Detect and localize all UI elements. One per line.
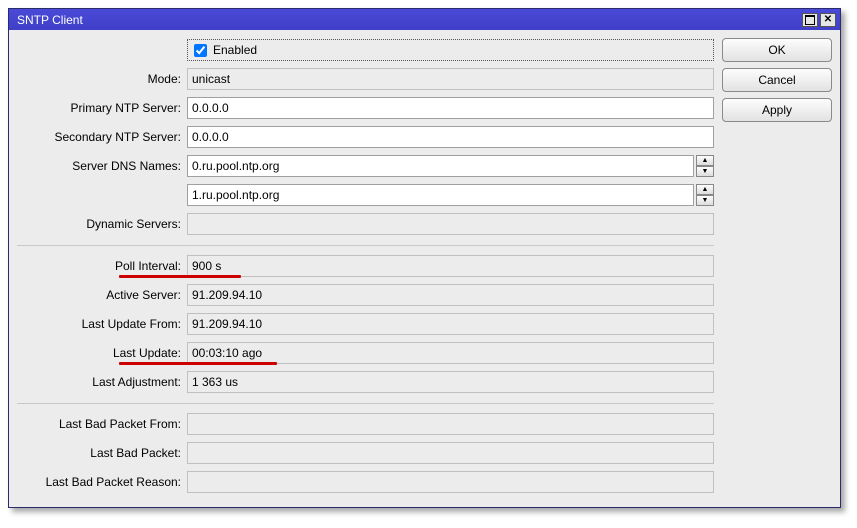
close-button[interactable]: ✕ bbox=[820, 13, 836, 27]
primary-ntp-label: Primary NTP Server: bbox=[17, 101, 187, 115]
dns-name-1-spinner: ▲ ▼ bbox=[696, 155, 714, 177]
last-adjustment-label: Last Adjustment: bbox=[17, 375, 187, 389]
apply-button[interactable]: Apply bbox=[722, 98, 832, 122]
sntp-client-window: SNTP Client ✕ Enabled Mode: unicast bbox=[8, 8, 841, 508]
dns-name-1-down-button[interactable]: ▼ bbox=[696, 166, 714, 177]
form-area: Enabled Mode: unicast Primary NTP Server… bbox=[17, 38, 714, 499]
active-server-label: Active Server: bbox=[17, 288, 187, 302]
last-adjustment-value: 1 363 us bbox=[187, 371, 714, 393]
dns-name-2-down-button[interactable]: ▼ bbox=[696, 195, 714, 206]
poll-interval-label: Poll Interval: bbox=[17, 259, 187, 273]
enabled-checkbox[interactable] bbox=[194, 44, 207, 57]
secondary-ntp-input[interactable] bbox=[187, 126, 714, 148]
cancel-button[interactable]: Cancel bbox=[722, 68, 832, 92]
last-update-from-value: 91.209.94.10 bbox=[187, 313, 714, 335]
dns-name-2-spinner: ▲ ▼ bbox=[696, 184, 714, 206]
secondary-ntp-label: Secondary NTP Server: bbox=[17, 130, 187, 144]
primary-ntp-input[interactable] bbox=[187, 97, 714, 119]
dynamic-servers-value bbox=[187, 213, 714, 235]
titlebar: SNTP Client ✕ bbox=[9, 9, 840, 30]
dns-name-1-up-button[interactable]: ▲ bbox=[696, 155, 714, 166]
last-bad-packet-label: Last Bad Packet: bbox=[17, 446, 187, 460]
enabled-label: Enabled bbox=[213, 43, 257, 57]
window-title: SNTP Client bbox=[17, 13, 800, 27]
last-update-value: 00:03:10 ago bbox=[187, 342, 714, 364]
mode-value: unicast bbox=[187, 68, 714, 90]
separator-2 bbox=[17, 403, 714, 404]
poll-interval-value: 900 s bbox=[187, 255, 714, 277]
maximize-button[interactable] bbox=[802, 13, 818, 27]
last-bad-packet-from-value bbox=[187, 413, 714, 435]
dns-name-2-input[interactable] bbox=[187, 184, 694, 206]
last-bad-packet-reason-value bbox=[187, 471, 714, 493]
last-update-from-label: Last Update From: bbox=[17, 317, 187, 331]
active-server-value: 91.209.94.10 bbox=[187, 284, 714, 306]
last-update-label: Last Update: bbox=[17, 346, 187, 360]
mode-label: Mode: bbox=[17, 72, 187, 86]
enabled-checkbox-container[interactable]: Enabled bbox=[187, 39, 714, 61]
last-bad-packet-value bbox=[187, 442, 714, 464]
last-bad-packet-reason-label: Last Bad Packet Reason: bbox=[17, 475, 187, 489]
dns-name-2-up-button[interactable]: ▲ bbox=[696, 184, 714, 195]
ok-button[interactable]: OK bbox=[722, 38, 832, 62]
last-bad-packet-from-label: Last Bad Packet From: bbox=[17, 417, 187, 431]
dns-name-1-input[interactable] bbox=[187, 155, 694, 177]
dynamic-servers-label: Dynamic Servers: bbox=[17, 217, 187, 231]
button-column: OK Cancel Apply bbox=[722, 38, 832, 499]
dns-names-label: Server DNS Names: bbox=[17, 159, 187, 173]
separator-1 bbox=[17, 245, 714, 246]
